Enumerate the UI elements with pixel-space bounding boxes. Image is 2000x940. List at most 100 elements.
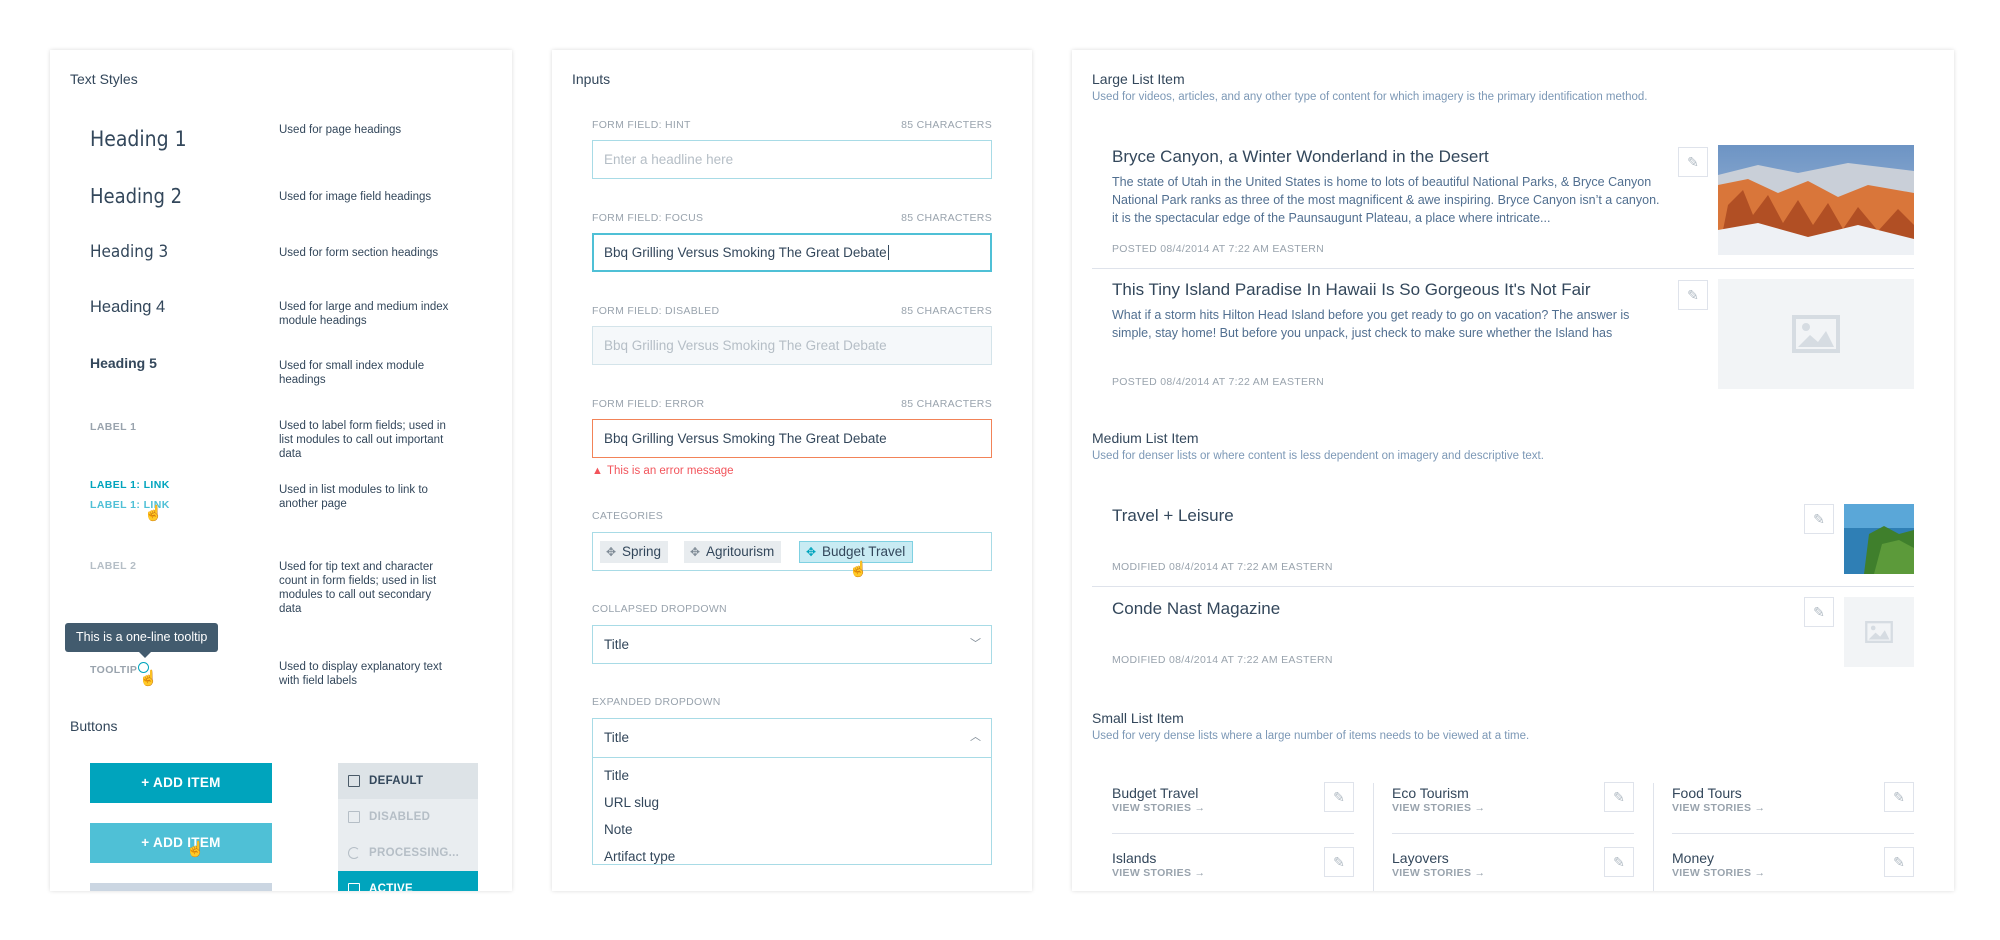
small-list-item-title[interactable]: Islands [1112,850,1156,866]
hand-cursor-icon: ☝ [139,670,158,687]
text-styles-title: Text Styles [70,71,138,87]
hint-field-label: FORM FIELD: HINT [592,119,691,131]
categories-label: CATEGORIES [592,510,664,522]
spinner-icon [348,847,360,859]
label-1-link-sample[interactable]: LABEL 1: LINK [90,479,170,491]
pencil-icon[interactable]: ✎ [1804,504,1834,534]
heading-4-sample: Heading 4 [90,298,166,316]
pencil-icon[interactable]: ✎ [1604,782,1634,812]
chevron-down-icon: ﹀ [970,638,981,650]
column-divider [1373,783,1374,891]
medium-list-title: Medium List Item [1092,430,1199,446]
save-icon [348,775,360,787]
large-list-item-meta: POSTED 08/4/2014 AT 7:22 AM EASTERN [1112,243,1325,255]
tooltip-sample: TOOLTIP [90,664,138,676]
small-list-item-title[interactable]: Money [1672,850,1714,866]
disabled-state-button: DISABLED [338,799,478,835]
small-list-item-title[interactable]: Layovers [1392,850,1449,866]
categories-input[interactable]: ✥ Spring ✥ Agritourism ✥ Budget Travel [592,532,992,571]
add-item-button[interactable]: + ADD ITEM [90,763,272,803]
chevron-up-icon: ︿ [970,731,981,743]
view-stories-link[interactable]: VIEW STORIES → [1112,867,1205,879]
pencil-icon[interactable]: ✎ [1804,597,1834,627]
tooltip-desc: Used to display explanatory text with fi… [279,661,443,687]
headline-input-hint[interactable]: Enter a headline here [592,140,992,179]
large-list-subtitle: Used for videos, articles, and any other… [1092,91,1648,103]
large-list-item-body: The state of Utah in the United States i… [1112,175,1660,225]
tooltip-arrow [139,652,151,658]
text-styles-panel: Text Styles Heading 1 Used for page head… [50,50,512,891]
hand-cursor-icon: ☝ [849,561,868,578]
active-state-button[interactable]: ACTIVE [338,871,478,891]
label-1-desc: Used to label form fields; used in list … [279,420,446,460]
view-stories-link[interactable]: VIEW STORIES → [1672,802,1765,814]
list-divider [1112,833,1354,834]
coast-illustration [1844,504,1914,574]
large-list-item-title[interactable]: This Tiny Island Paradise In Hawaii Is S… [1112,280,1591,300]
dropdown-option-artifact-type[interactable]: Artifact type [604,839,675,864]
hand-cursor-icon: ☝ [186,841,205,858]
heading-2-desc: Used for image field headings [279,191,432,203]
collapsed-dropdown[interactable]: Title ﹀ [592,625,992,664]
image-icon [1792,315,1840,353]
label-1-sample: LABEL 1 [90,421,137,433]
large-list-title: Large List Item [1092,71,1185,87]
label-2-sample: LABEL 2 [90,560,137,572]
move-icon: ✥ [606,545,617,559]
category-chip-spring[interactable]: ✥ Spring [600,541,669,563]
image-placeholder [1718,279,1914,389]
small-list-item-title[interactable]: Eco Tourism [1392,785,1469,801]
headline-input-error[interactable]: Bbq Grilling Versus Smoking The Great De… [592,419,992,458]
small-list-title: Small List Item [1092,710,1184,726]
pencil-icon[interactable]: ✎ [1884,782,1914,812]
pencil-icon[interactable]: ✎ [1678,280,1708,310]
list-divider [1092,268,1914,269]
error-field-label: FORM FIELD: ERROR [592,398,705,410]
medium-list-item-title[interactable]: Travel + Leisure [1112,506,1234,526]
focus-field-count: 85 CHARACTERS [901,212,992,224]
headline-input-disabled: Bbq Grilling Versus Smoking The Great De… [592,326,992,365]
move-icon: ✥ [806,545,817,559]
small-list-subtitle: Used for very dense lists where a large … [1092,730,1530,742]
collapsed-dropdown-label: COLLAPSED DROPDOWN [592,603,727,615]
view-stories-link[interactable]: VIEW STORIES → [1112,802,1205,814]
list-divider [1392,833,1634,834]
pencil-icon[interactable]: ✎ [1324,782,1354,812]
default-state-button[interactable]: DEFAULT [338,763,478,799]
headline-input-focus[interactable]: Bbq Grilling Versus Smoking The Great De… [592,233,992,272]
heading-3-desc: Used for form section headings [279,247,439,259]
heading-5-sample: Heading 5 [90,355,157,371]
expanded-dropdown[interactable]: Title ︿ Title URL slug Note Artifact typ… [592,718,992,865]
image-placeholder [1844,597,1914,667]
heading-5-desc: Used for small index module headings [279,360,425,386]
label-1-link-desc: Used in list modules to link to another … [279,484,428,510]
small-list-item-title[interactable]: Food Tours [1672,785,1742,801]
heading-4-desc: Used for large and medium index module h… [279,301,449,327]
focus-field-label: FORM FIELD: FOCUS [592,212,704,224]
medium-list-item-title[interactable]: Conde Nast Magazine [1112,599,1280,619]
view-stories-link[interactable]: VIEW STORIES → [1392,802,1485,814]
pencil-icon[interactable]: ✎ [1604,847,1634,877]
bryce-canyon-image [1718,145,1914,255]
view-stories-link[interactable]: VIEW STORIES → [1672,867,1765,879]
pencil-icon[interactable]: ✎ [1884,847,1914,877]
text-caret [887,245,889,260]
dropdown-divider [593,757,991,758]
heading-3-sample: Heading 3 [90,242,169,262]
large-list-item-title[interactable]: Bryce Canyon, a Winter Wonderland in the… [1112,147,1489,167]
heading-1-desc: Used for page headings [279,124,402,136]
error-message: This is an error message [607,465,734,477]
disabled-field-count: 85 CHARACTERS [901,305,992,317]
travel-leisure-image [1844,504,1914,574]
view-stories-link[interactable]: VIEW STORIES → [1392,867,1485,879]
hand-cursor-icon: ☝ [144,505,163,522]
small-list-item-title[interactable]: Budget Travel [1112,785,1198,801]
add-item-button-disabled [90,883,272,891]
pencil-icon[interactable]: ✎ [1324,847,1354,877]
medium-list-subtitle: Used for denser lists or where content i… [1092,450,1544,462]
canyon-illustration [1718,145,1914,255]
category-chip-agritourism[interactable]: ✥ Agritourism [684,541,782,563]
large-list-item-meta: POSTED 08/4/2014 AT 7:22 AM EASTERN [1112,376,1325,388]
pencil-icon[interactable]: ✎ [1678,147,1708,177]
add-item-button-hover[interactable]: + ADD ITEM [90,823,272,863]
